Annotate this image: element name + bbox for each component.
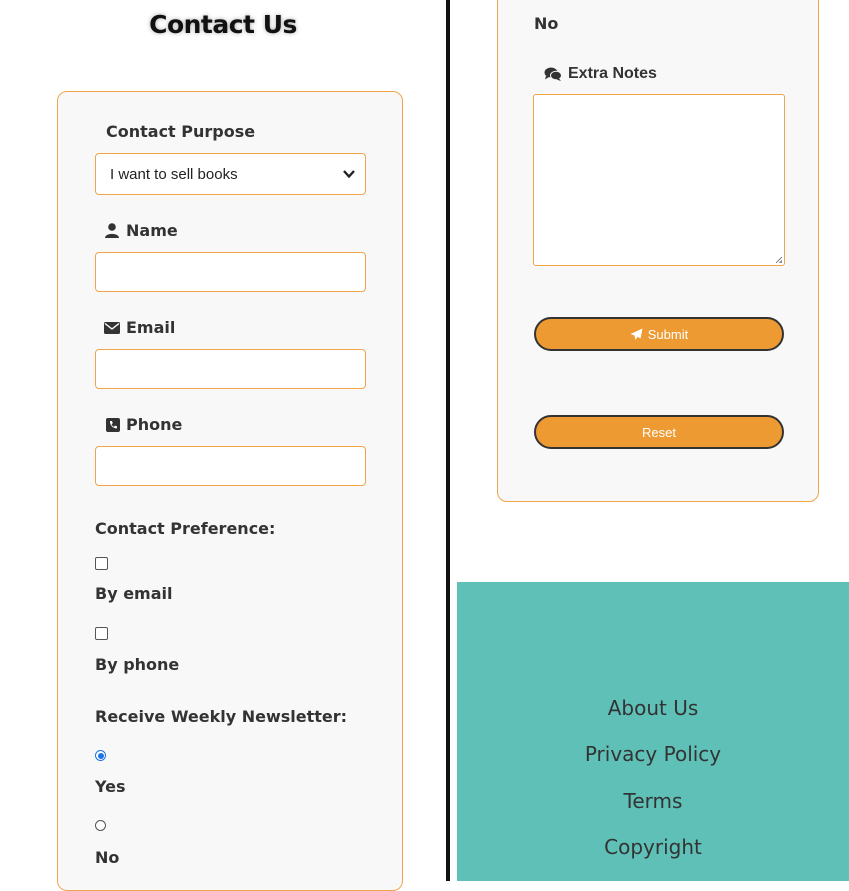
user-icon: [104, 223, 120, 238]
comments-icon: [544, 67, 562, 81]
name-input[interactable]: [95, 252, 366, 292]
panel-divider: [446, 0, 450, 881]
contact-purpose-selected-value: I want to sell books: [110, 165, 238, 183]
extra-notes-textarea[interactable]: [533, 94, 785, 266]
page-title: Contact Us: [149, 10, 297, 39]
newsletter-yes-radio[interactable]: [95, 750, 106, 761]
footer-link-copyright[interactable]: Copyright: [457, 835, 849, 859]
phone-input[interactable]: [95, 446, 366, 486]
newsletter-yes-label: Yes: [95, 777, 126, 796]
contact-preference-label: Contact Preference:: [95, 519, 276, 538]
email-label: Email: [104, 318, 175, 337]
phone-square-icon: [106, 417, 120, 432]
by-email-label: By email: [95, 584, 173, 603]
newsletter-no-radio[interactable]: [95, 820, 106, 831]
submit-button[interactable]: Submit: [534, 317, 784, 351]
by-email-checkbox[interactable]: [95, 557, 108, 570]
newsletter-label: Receive Weekly Newsletter:: [95, 707, 348, 726]
email-input[interactable]: [95, 349, 366, 389]
newsletter-no-label-continued: No: [534, 14, 559, 33]
envelope-icon: [104, 321, 120, 334]
name-label: Name: [104, 221, 178, 240]
chevron-down-icon: [343, 169, 355, 179]
resize-handle-icon[interactable]: [776, 257, 782, 263]
newsletter-no-label: No: [95, 848, 120, 867]
extra-notes-label: Extra Notes: [544, 65, 657, 83]
paper-plane-icon: [630, 328, 643, 341]
contact-purpose-select[interactable]: I want to sell books: [95, 153, 366, 195]
footer-link-terms[interactable]: Terms: [457, 789, 849, 813]
footer-link-privacy-policy[interactable]: Privacy Policy: [457, 742, 849, 766]
by-phone-checkbox[interactable]: [95, 627, 108, 640]
site-footer: About Us Privacy Policy Terms Copyright: [457, 582, 849, 881]
reset-button[interactable]: Reset: [534, 415, 784, 449]
contact-purpose-label: Contact Purpose: [106, 122, 256, 141]
phone-label: Phone: [106, 415, 182, 434]
footer-link-about-us[interactable]: About Us: [457, 696, 849, 720]
by-phone-label: By phone: [95, 655, 180, 674]
contact-form-card-left: [57, 91, 403, 891]
